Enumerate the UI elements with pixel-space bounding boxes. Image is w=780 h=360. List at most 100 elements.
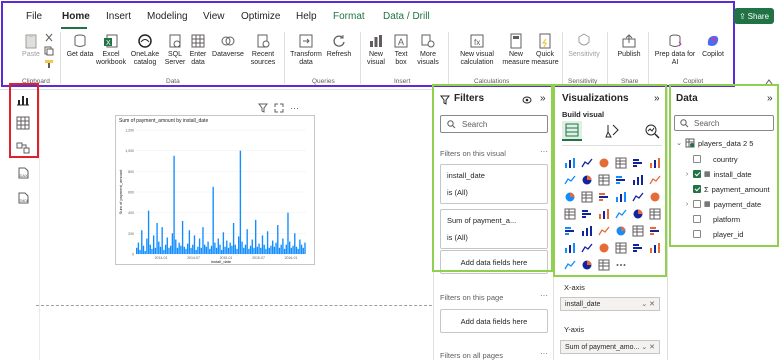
remove-field-icon[interactable]: ⌄ ✕	[641, 343, 655, 351]
more-options-icon[interactable]: ···	[540, 147, 548, 156]
more-visuals-button[interactable]: More visuals	[413, 33, 443, 67]
visual-type-stacked-bar-icon[interactable]	[562, 155, 577, 170]
publish-button[interactable]: Publish	[614, 33, 644, 59]
collapse-filters-icon[interactable]: »	[540, 93, 546, 104]
field-item-install_date[interactable]: › ▦ install_date	[684, 168, 752, 180]
tab-file[interactable]: File	[26, 11, 42, 22]
column-chart-visual[interactable]: Sum of payment_amount by install_date 1,…	[115, 115, 315, 265]
remove-field-icon[interactable]: ⌄ ✕	[641, 300, 655, 308]
visual-type-python-visual-icon[interactable]	[562, 240, 577, 255]
tab-help[interactable]: Help	[296, 11, 317, 22]
field-item-payment_amount[interactable]: Σpayment_amount	[684, 183, 770, 195]
visual-type-key-influencers-icon[interactable]	[579, 240, 594, 255]
analytics-icon[interactable]	[644, 123, 660, 139]
visual-type-100-column-icon[interactable]	[647, 155, 662, 170]
visual-type-treemap-icon[interactable]	[647, 189, 662, 204]
visual-type-paginated-icon[interactable]	[647, 240, 662, 255]
visual-type-area-icon[interactable]	[579, 172, 594, 187]
field-checkbox[interactable]	[693, 200, 701, 208]
visual-type-kpi-icon[interactable]	[579, 223, 594, 238]
visual-type-r-visual-icon[interactable]	[647, 223, 662, 238]
visual-type-line-column-icon[interactable]	[613, 172, 628, 187]
tab-modeling[interactable]: Modeling	[147, 11, 188, 22]
visual-type-map-icon[interactable]	[562, 206, 577, 221]
format-visual-icon[interactable]	[604, 123, 620, 139]
more-options-icon[interactable]: ···	[540, 349, 548, 358]
chevron-down-icon[interactable]: ⌄	[676, 139, 682, 147]
enter-data-button[interactable]: Enter data	[187, 33, 209, 67]
visual-type-slicer-icon[interactable]	[596, 223, 611, 238]
table-view-icon[interactable]	[16, 116, 30, 130]
collapse-visualizations-icon[interactable]: »	[654, 93, 660, 104]
add-fields-page-dropzone[interactable]: Add data fields here	[440, 309, 548, 333]
visual-type-line-clustered-column-icon[interactable]	[630, 172, 645, 187]
field-item-platform[interactable]: platform	[684, 213, 740, 225]
paste-button[interactable]: Paste	[20, 33, 42, 59]
visual-type-ribbon-icon[interactable]	[647, 172, 662, 187]
dataverse-button[interactable]: Dataverse	[210, 33, 246, 59]
field-checkbox[interactable]	[693, 155, 701, 163]
visual-type-multi-row-card-icon[interactable]	[562, 223, 577, 238]
add-fields-visual-dropzone[interactable]: Add data fields here	[440, 250, 548, 274]
recent-sources-button[interactable]: Recent sources	[246, 33, 280, 67]
tab-format[interactable]: Format	[333, 11, 365, 22]
visual-type-metrics-icon[interactable]	[596, 257, 611, 272]
sql-server-button[interactable]: SQL Server	[163, 33, 187, 67]
visual-type-donut-icon[interactable]	[630, 189, 645, 204]
visual-type-gauge-icon[interactable]	[630, 206, 645, 221]
tab-home[interactable]: Home	[62, 11, 90, 22]
quick-measure-button[interactable]: Quick measure	[531, 33, 559, 67]
visual-type-table-icon[interactable]	[613, 223, 628, 238]
text-box-button[interactable]: A Text box	[390, 33, 412, 67]
tab-view[interactable]: View	[203, 11, 225, 22]
visual-type-clustered-bar-icon[interactable]	[596, 155, 611, 170]
build-visual-tab[interactable]	[562, 121, 582, 141]
visual-type-power-apps-icon[interactable]	[562, 257, 577, 272]
report-view-icon[interactable]	[16, 93, 30, 107]
visual-type-waterfall-icon[interactable]	[562, 189, 577, 204]
chevron-right-icon[interactable]: ›	[684, 201, 690, 208]
field-item-country[interactable]: country	[684, 153, 738, 165]
field-checkbox[interactable]	[693, 215, 701, 223]
visual-type-filled-map-icon[interactable]	[579, 206, 594, 221]
tab-optimize[interactable]: Optimize	[241, 11, 280, 22]
visual-type-stacked-area-icon[interactable]	[596, 172, 611, 187]
get-data-button[interactable]: Get data	[66, 33, 94, 59]
visual-type-line-icon[interactable]	[562, 172, 577, 187]
data-search-input[interactable]: Search	[674, 115, 774, 131]
visual-type-smart-narrative-icon[interactable]	[630, 240, 645, 255]
eye-icon[interactable]	[522, 96, 532, 104]
yaxis-field-well[interactable]: Sum of payment_amo... ⌄ ✕	[560, 340, 660, 354]
xaxis-field-well[interactable]: install_date ⌄ ✕	[560, 297, 660, 311]
field-item-player_id[interactable]: player_id	[684, 228, 743, 240]
visual-type-100-bar-icon[interactable]	[630, 155, 645, 170]
visual-type-more-icon[interactable]	[613, 257, 628, 272]
cut-icon[interactable]	[44, 33, 54, 43]
chevron-right-icon[interactable]: ›	[684, 171, 690, 178]
model-view-icon[interactable]	[16, 141, 30, 155]
more-options-icon[interactable]: ···	[290, 104, 299, 113]
new-visual-calculation-button[interactable]: fx New visual calculation	[453, 33, 501, 67]
visual-type-stacked-column-icon[interactable]	[579, 155, 594, 170]
transform-data-button[interactable]: Transform data	[289, 33, 323, 67]
visual-type-scatter-icon[interactable]	[596, 189, 611, 204]
visual-type-funnel-icon[interactable]	[579, 189, 594, 204]
visual-type-clustered-column-icon[interactable]	[613, 155, 628, 170]
sensitivity-button[interactable]: Sensitivity	[566, 33, 602, 59]
filter-card-install-date[interactable]: install_date is (All)	[440, 164, 548, 204]
share-button[interactable]: ⇪ Share	[734, 8, 774, 24]
tab-insert[interactable]: Insert	[106, 11, 131, 22]
tmdl-view-icon[interactable]: TMDL	[16, 191, 30, 205]
focus-mode-icon[interactable]	[274, 103, 284, 113]
visual-type-decomposition-tree-icon[interactable]	[596, 240, 611, 255]
visual-type-azure-map-icon[interactable]	[613, 206, 628, 221]
dax-query-view-icon[interactable]: DAX	[16, 166, 30, 180]
visual-type-pie-icon[interactable]	[613, 189, 628, 204]
onelake-catalog-button[interactable]: OneLake catalog	[128, 33, 162, 67]
visual-type-matrix-icon[interactable]	[630, 223, 645, 238]
prep-data-for-ai-button[interactable]: Prep data for AI	[652, 33, 698, 67]
table-node[interactable]: ⌄ players_data 2 5	[676, 137, 753, 149]
visual-type-qa-icon[interactable]	[613, 240, 628, 255]
filters-search-input[interactable]: Search	[440, 115, 548, 133]
field-checkbox[interactable]	[693, 230, 701, 238]
